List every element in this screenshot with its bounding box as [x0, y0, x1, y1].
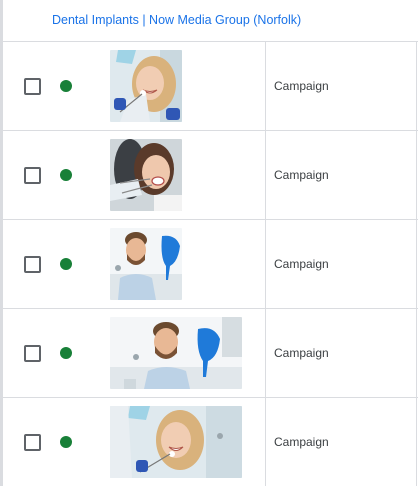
row-type-label: Campaign	[274, 435, 329, 449]
column-divider	[416, 131, 417, 219]
status-enabled-icon	[60, 347, 72, 359]
campaign-group-link[interactable]: Dental Implants | Now Media Group (Norfo…	[52, 13, 301, 27]
row-checkbox[interactable]	[24, 256, 41, 273]
column-divider	[416, 220, 417, 308]
column-divider	[265, 220, 266, 308]
column-divider	[265, 131, 266, 219]
ad-image-thumbnail[interactable]	[110, 228, 182, 300]
column-divider	[416, 42, 417, 130]
column-divider	[265, 398, 266, 486]
bearded-man-dental-chair-photo-icon	[110, 228, 182, 300]
bearded-man-dental-chair-photo-icon	[110, 317, 242, 389]
ad-image-thumbnail[interactable]	[110, 406, 242, 478]
row-checkbox[interactable]	[24, 345, 41, 362]
smiling-woman-dental-photo-icon	[110, 50, 182, 122]
column-divider	[416, 309, 417, 397]
table-header-row: Dental Implants | Now Media Group (Norfo…	[3, 0, 418, 42]
status-enabled-icon	[60, 436, 72, 448]
column-divider	[265, 309, 266, 397]
row-type-label: Campaign	[274, 168, 329, 182]
table-row[interactable]: Campaign	[3, 309, 418, 398]
status-enabled-icon	[60, 258, 72, 270]
row-checkbox[interactable]	[24, 78, 41, 95]
column-divider	[416, 398, 417, 486]
row-checkbox[interactable]	[24, 167, 41, 184]
row-type-label: Campaign	[274, 79, 329, 93]
table-row[interactable]: Campaign	[3, 131, 418, 220]
table-row[interactable]: Campaign	[3, 220, 418, 309]
row-type-label: Campaign	[274, 257, 329, 271]
column-divider	[265, 42, 266, 130]
row-type-label: Campaign	[274, 346, 329, 360]
smiling-woman-dental-photo-icon	[110, 406, 242, 478]
status-enabled-icon	[60, 80, 72, 92]
ad-image-thumbnail[interactable]	[110, 317, 242, 389]
table-row[interactable]: Campaign	[3, 398, 418, 486]
row-checkbox[interactable]	[24, 434, 41, 451]
status-enabled-icon	[60, 169, 72, 181]
table-row[interactable]: Campaign	[3, 42, 418, 131]
woman-dental-exam-photo-icon	[110, 139, 182, 211]
ad-image-thumbnail[interactable]	[110, 50, 182, 122]
ads-table: Dental Implants | Now Media Group (Norfo…	[0, 0, 418, 486]
ad-image-thumbnail[interactable]	[110, 139, 182, 211]
